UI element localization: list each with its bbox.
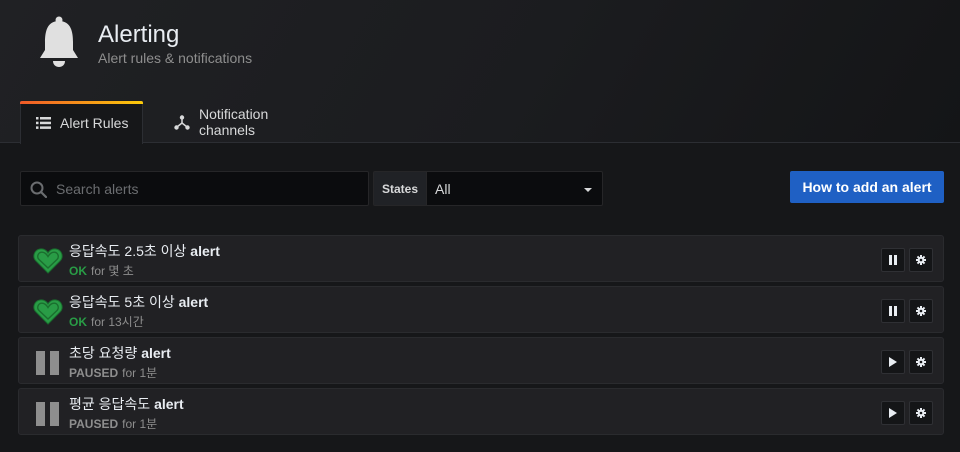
resume-alert-button[interactable] (881, 350, 905, 374)
edit-alert-button[interactable] (909, 350, 933, 374)
alert-name-suffix: alert (178, 294, 209, 310)
states-label: States (373, 171, 426, 206)
tab-alert-rules[interactable]: Alert Rules (20, 101, 143, 144)
alert-name[interactable]: 평균 응답속도 alert (69, 394, 184, 414)
pause-icon (33, 400, 63, 428)
bell-icon (37, 16, 81, 68)
pause-icon (33, 349, 63, 377)
alert-state-label: OK (69, 315, 87, 329)
cog-icon (916, 408, 926, 418)
share-icon (174, 114, 190, 130)
alert-status: PAUSED for 1분 (69, 364, 157, 381)
cog-icon (916, 306, 926, 316)
alert-status: OK for 몇 초 (69, 262, 134, 279)
page-header: Alerting Alert rules & notifications Ale… (0, 0, 960, 144)
alert-name-main: 평균 응답속도 (69, 396, 151, 412)
alert-row[interactable]: 초당 요청량 alert PAUSED for 1분 (18, 337, 944, 384)
cog-icon (916, 357, 926, 367)
alert-state-label: PAUSED (69, 366, 119, 380)
alert-name-suffix: alert (154, 396, 184, 412)
tab-label: Alert Rules (60, 115, 129, 131)
edit-alert-button[interactable] (909, 248, 933, 272)
alert-name-main: 응답속도 5초 이상 (69, 294, 175, 310)
alert-row[interactable]: 응답속도 5초 이상 alert OK for 13시간 (18, 286, 944, 333)
alert-name[interactable]: 응답속도 5초 이상 alert (69, 292, 208, 312)
page-subtitle: Alert rules & notifications (98, 50, 253, 66)
alert-status: OK for 13시간 (69, 313, 144, 330)
tab-label: Notification channels (199, 106, 269, 138)
alert-state-label: PAUSED (69, 417, 119, 431)
search-input[interactable] (56, 172, 361, 205)
alert-row[interactable]: 응답속도 2.5초 이상 alert OK for 몇 초 (18, 235, 944, 282)
alert-name-main: 초당 요청량 (69, 345, 138, 361)
edit-alert-button[interactable] (909, 299, 933, 323)
edit-alert-button[interactable] (909, 401, 933, 425)
alert-name[interactable]: 응답속도 2.5초 이상 alert (69, 241, 220, 261)
cog-icon (916, 255, 926, 265)
heart-icon (33, 298, 63, 326)
pause-icon (888, 255, 898, 265)
alert-list: 응답속도 2.5초 이상 alert OK for 몇 초응답속도 5초 이상 al… (18, 235, 944, 439)
alert-duration: for 1분 (122, 366, 158, 380)
search-icon (30, 181, 48, 203)
pause-icon (888, 306, 898, 316)
resume-alert-button[interactable] (881, 401, 905, 425)
how-to-add-alert-button[interactable]: How to add an alert (790, 171, 944, 203)
states-select-value: All (435, 180, 451, 197)
pause-alert-button[interactable] (881, 299, 905, 323)
alert-name-suffix: alert (141, 345, 171, 361)
alert-duration: for 13시간 (91, 315, 144, 329)
alert-duration: for 몇 초 (91, 264, 134, 278)
alert-name-main: 응답속도 2.5초 이상 (69, 243, 187, 259)
play-icon (888, 357, 898, 367)
alert-status: PAUSED for 1분 (69, 415, 157, 432)
heart-icon (33, 247, 63, 275)
pause-alert-button[interactable] (881, 248, 905, 272)
alert-duration: for 1분 (122, 417, 158, 431)
caret-down-icon (584, 188, 592, 192)
states-select[interactable]: All (426, 171, 603, 206)
play-icon (888, 408, 898, 418)
alert-row[interactable]: 평균 응답속도 alert PAUSED for 1분 (18, 388, 944, 435)
alert-name[interactable]: 초당 요청량 alert (69, 343, 171, 363)
search-box (20, 171, 369, 206)
alert-name-suffix: alert (190, 243, 220, 259)
page-title: Alerting (98, 21, 180, 48)
alert-state-label: OK (69, 264, 87, 278)
list-icon (36, 117, 51, 129)
tab-notification-channels[interactable]: Notification channels (174, 101, 268, 143)
